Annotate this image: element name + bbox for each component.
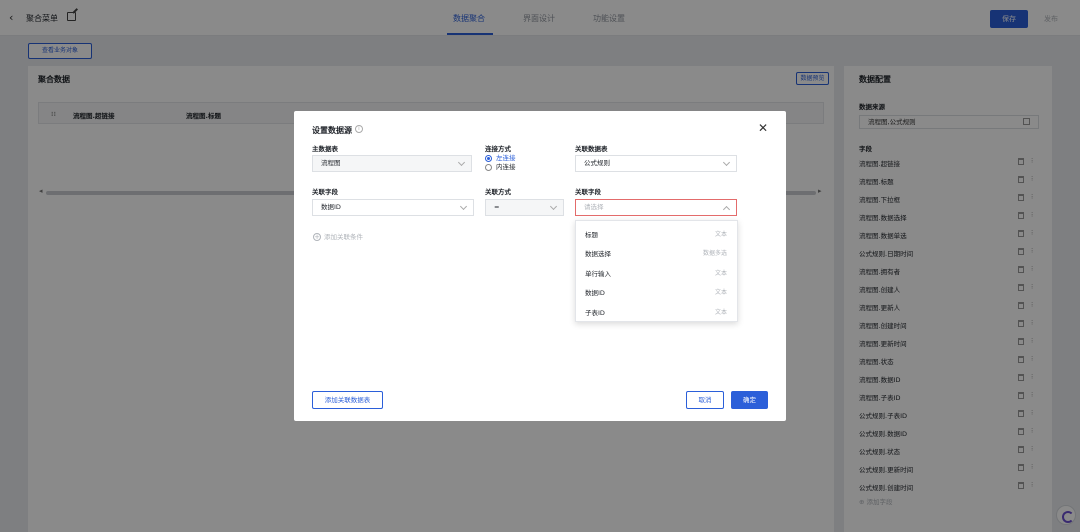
- option-type: 文本: [714, 308, 727, 316]
- field-dropdown: 标题 文本 数据选择 数据多选 单行输入 文本 数据ID 文本 子表ID 文本: [575, 220, 738, 322]
- plus-icon: +: [313, 233, 321, 241]
- related-table-select[interactable]: 公式规则: [575, 155, 737, 172]
- option-type: 文本: [714, 289, 727, 297]
- radio-empty-icon: [485, 163, 492, 171]
- dropdown-option[interactable]: 单行输入 文本: [576, 262, 737, 281]
- option-type: 数据多选: [702, 250, 727, 258]
- option-name: 子表ID: [585, 308, 605, 317]
- close-icon[interactable]: ✕: [758, 121, 768, 135]
- radio-label: 内连接: [496, 163, 516, 171]
- radio-label: 左连接: [496, 154, 516, 162]
- chevron-down-icon: [722, 158, 731, 167]
- chevron-down-icon: [457, 158, 466, 167]
- radio-inner-join[interactable]: 内连接: [485, 163, 516, 172]
- option-name: 数据ID: [585, 289, 605, 298]
- dialog-title: 设置数据源: [312, 126, 352, 135]
- option-type: 文本: [714, 269, 727, 277]
- add-condition-button[interactable]: + 添加关联条件: [313, 231, 363, 241]
- chevron-up-icon: [722, 205, 731, 214]
- cancel-button[interactable]: 取消: [686, 391, 724, 409]
- related-table-label: 关联数据表: [575, 145, 608, 153]
- dropdown-option[interactable]: 数据ID 文本: [576, 281, 737, 300]
- relation-method-label: 关联方式: [485, 188, 511, 196]
- related-field-label: 关联字段: [312, 188, 338, 196]
- option-name: 单行输入: [585, 269, 611, 278]
- add-related-table-button[interactable]: 添加关联数据表: [312, 391, 383, 409]
- radio-selected-icon: [485, 154, 492, 162]
- chevron-down-icon: [459, 202, 468, 211]
- main-table-select[interactable]: 流程图: [312, 155, 472, 172]
- relation-method-value: =: [494, 203, 500, 211]
- join-method-label: 连接方式: [485, 145, 511, 153]
- target-field-select[interactable]: 请选择: [575, 199, 737, 216]
- confirm-button[interactable]: 确定: [731, 391, 768, 409]
- option-type: 文本: [714, 231, 727, 238]
- main-table-label: 主数据表: [312, 145, 338, 153]
- option-name: 数据选择: [585, 250, 611, 259]
- add-condition-label: 添加关联条件: [324, 233, 363, 241]
- radio-left-join[interactable]: 左连接: [485, 154, 516, 163]
- related-field-value: 数据ID: [321, 203, 341, 211]
- dropdown-option[interactable]: 数据选择 数据多选: [576, 242, 737, 261]
- related-field-select[interactable]: 数据ID: [312, 199, 474, 216]
- main-table-value: 流程图: [321, 159, 341, 167]
- info-icon[interactable]: i: [355, 125, 363, 133]
- option-name: 标题: [585, 231, 598, 239]
- related-table-value: 公式规则: [584, 159, 610, 167]
- target-field-placeholder: 请选择: [584, 203, 604, 211]
- dropdown-option[interactable]: 子表ID 文本: [576, 301, 737, 320]
- relation-method-select[interactable]: =: [485, 199, 564, 216]
- chevron-down-icon: [549, 202, 558, 211]
- target-field-label: 关联字段: [575, 188, 601, 196]
- dropdown-option[interactable]: 标题 文本: [576, 223, 737, 242]
